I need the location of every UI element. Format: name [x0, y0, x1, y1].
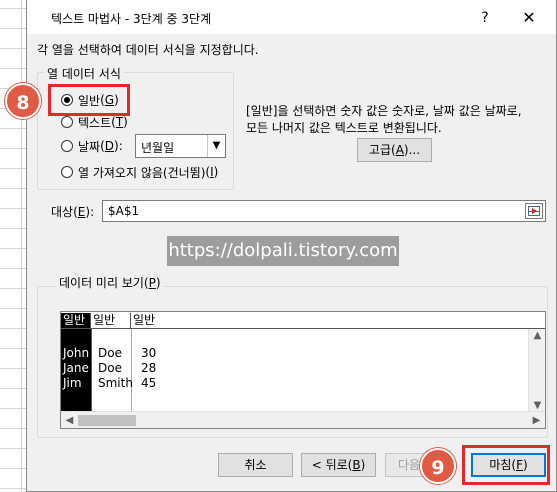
description-line-1: [일반]을 선택하면 숫자 값은 숫자로, 날짜 값은 날짜로, [246, 104, 522, 118]
radio-date-label: 날짜 [78, 139, 101, 154]
preview-cell: Jane [63, 361, 89, 375]
destination-label: 대상(E): [51, 205, 95, 219]
radio-unselected-icon [61, 116, 73, 128]
advanced-button-suffix: ... [408, 143, 421, 157]
radio-text-label: 텍스트 [78, 115, 112, 130]
preview-cell: Jim [63, 376, 82, 390]
destination-label-text: 대상 [51, 205, 74, 219]
data-preview-key: P [148, 276, 156, 290]
title-bar: 텍스트 마법사 - 3단계 중 3단계 ? ✕ [27, 0, 556, 34]
watermark-banner: https://dolpali.tistory.com [167, 236, 399, 266]
back-button-label: < 뒤로 [311, 458, 348, 472]
advanced-button-label: 고급 [368, 143, 392, 157]
text-import-wizard-dialog: 텍스트 마법사 - 3단계 중 3단계 ? ✕ 각 열을 선택하여 데이터 서식… [26, 0, 557, 492]
window-title: 텍스트 마법사 - 3단계 중 3단계 [51, 12, 212, 26]
radio-text-key: T [115, 115, 124, 129]
column-format-group-label: 열 데이터 서식 [44, 65, 124, 82]
back-button[interactable]: < 뒤로(B) [301, 453, 376, 477]
preview-header-col-1[interactable]: 일반 [61, 313, 91, 328]
column-divider [91, 329, 92, 412]
data-preview-label-text: 데이터 미리 보기 [59, 276, 144, 290]
help-icon[interactable]: ? [467, 5, 503, 31]
radio-date[interactable]: 날짜(D): [61, 137, 123, 155]
step-9-badge: 9 [420, 448, 456, 484]
radio-skip-key: I [210, 165, 214, 179]
preview-cell: Doe [98, 346, 122, 360]
description-line-2: 모든 나머지 값은 텍스트로 변환됩니다. [246, 121, 442, 135]
next-button-label: 다음 [398, 458, 421, 472]
preview-cell: 30 [141, 346, 157, 360]
destination-key: E [77, 205, 86, 219]
step-8-badge: 8 [5, 83, 41, 119]
radio-skip-column[interactable]: 열 가져오지 않음(건너뜀)(I) [61, 163, 218, 181]
scroll-right-icon[interactable]: ▶ [528, 412, 545, 429]
range-select-icon[interactable] [525, 203, 543, 219]
radio-skip-label: 열 가져오지 않음(건너뜀) [78, 165, 206, 180]
preview-header-row: 일반 일반 일반 [61, 312, 545, 329]
advanced-button[interactable]: 고급(A)... [357, 138, 432, 162]
data-preview-table[interactable]: 일반 일반 일반 John Doe 30 Jane Doe 28 Jim Smi… [60, 311, 546, 429]
date-format-dropdown[interactable]: 년월일 ▼ [135, 134, 226, 158]
cancel-button[interactable]: 취소 [218, 453, 293, 477]
range-arrow-glyph [532, 208, 537, 214]
date-format-value: 년월일 [141, 141, 175, 155]
preview-cell: Smith [98, 376, 133, 390]
preview-cell: 45 [141, 376, 157, 390]
horizontal-scrollbar[interactable]: ◀ ▶ [61, 411, 545, 428]
radio-unselected-icon [61, 140, 73, 152]
preview-cell: 28 [141, 361, 157, 375]
vertical-scrollbar[interactable]: ▲ ▼ [528, 329, 545, 412]
advanced-button-key: A [395, 143, 404, 157]
preview-header-col-2[interactable]: 일반 [91, 313, 131, 328]
horizontal-scroll-thumb[interactable] [78, 415, 136, 426]
back-button-key: B [352, 458, 361, 472]
step-9-highlight [462, 445, 550, 485]
scroll-left-icon[interactable]: ◀ [61, 412, 78, 429]
radio-date-suffix: : [118, 139, 123, 153]
close-icon[interactable]: ✕ [511, 5, 547, 31]
radio-date-key: D [104, 139, 115, 153]
column-divider [131, 329, 132, 412]
format-description: [일반]을 선택하면 숫자 값은 숫자로, 날짜 값은 날짜로, 모든 나머지 … [246, 103, 522, 137]
preview-cell: John [63, 346, 90, 360]
data-preview-group-label: 데이터 미리 보기(P) [56, 274, 164, 291]
chevron-down-icon[interactable]: ▼ [207, 135, 225, 157]
preview-header-col-3[interactable]: 일반 [131, 313, 547, 328]
scroll-up-icon[interactable]: ▲ [529, 327, 546, 344]
preview-cell: Doe [98, 361, 122, 375]
destination-suffix: : [90, 205, 95, 219]
step-8-highlight [48, 84, 130, 116]
instruction-text: 각 열을 선택하여 데이터 서식을 지정합니다. [37, 43, 259, 57]
radio-unselected-icon [61, 166, 73, 178]
destination-value: $A$1 [108, 204, 140, 218]
destination-input[interactable]: $A$1 [102, 200, 546, 222]
